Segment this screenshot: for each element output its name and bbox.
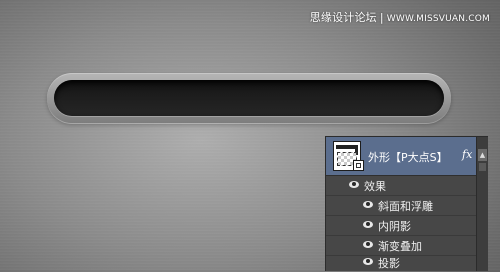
eye-icon[interactable]: [363, 221, 373, 228]
progress-slot-bezel: [47, 73, 451, 123]
vector-mask-icon: [353, 160, 364, 171]
effect-row-inner-shadow[interactable]: 内阴影: [326, 216, 476, 236]
scroll-up-arrow-icon[interactable]: ▲: [478, 149, 487, 161]
layer-name[interactable]: 外形【P大点S】: [368, 149, 448, 165]
layer-row-shape[interactable]: 外形【P大点S】 fx: [326, 137, 476, 176]
layers-scrollbar[interactable]: ▲: [476, 137, 488, 271]
eye-icon[interactable]: [363, 201, 373, 208]
eye-icon[interactable]: [363, 241, 373, 248]
effect-label: 渐变叠加: [378, 240, 422, 253]
effects-header-row[interactable]: 效果: [326, 176, 476, 196]
scroll-thumb[interactable]: [479, 163, 486, 171]
eye-icon[interactable]: [363, 258, 373, 265]
progress-slot-track: [54, 80, 444, 116]
eye-icon[interactable]: [349, 181, 359, 188]
effect-label: 内阴影: [378, 220, 411, 233]
layers-panel: 外形【P大点S】 fx 效果 斜面和浮雕 内阴影 渐变叠加 投影 ▲: [325, 136, 488, 271]
effect-row-bevel-emboss[interactable]: 斜面和浮雕: [326, 196, 476, 216]
watermark-site-name: 思缘设计论坛: [309, 11, 377, 24]
effects-header-label: 效果: [364, 180, 386, 193]
fx-icon[interactable]: fx: [462, 148, 472, 161]
watermark-url: WWW.MISSVUAN.COM: [386, 14, 490, 24]
effect-label: 斜面和浮雕: [378, 200, 433, 213]
watermark-separator: |: [379, 11, 384, 24]
effect-row-drop-shadow[interactable]: 投影: [326, 253, 476, 272]
watermark: 思缘设计论坛 | WWW.MISSVUAN.COM: [310, 9, 490, 25]
effect-label: 投影: [378, 257, 400, 270]
